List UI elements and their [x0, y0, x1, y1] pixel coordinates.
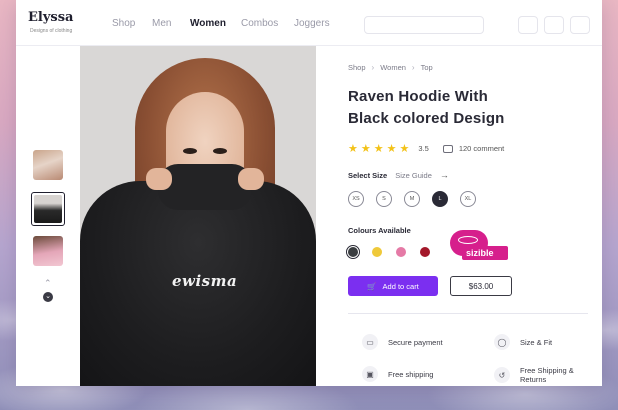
colour-swatch-yellow[interactable] — [372, 247, 382, 257]
sizible-badge[interactable]: sizible — [450, 230, 508, 268]
product-main-image: ewisma — [80, 46, 316, 386]
rating-value: 3.5 — [418, 144, 429, 153]
breadcrumb-separator-icon: › — [371, 63, 375, 72]
product-details: Shop › Women › Top Raven Hoodie With Bla… — [316, 46, 602, 386]
price-display: $63.00 — [450, 276, 512, 296]
search-input[interactable] — [364, 16, 484, 34]
feature-secure-payment: ▭ Secure payment — [362, 334, 443, 350]
size-option-xl[interactable]: XL — [460, 191, 476, 207]
hoodie-print-text: ewisma — [172, 272, 238, 290]
colours-available-label: Colours Available — [348, 226, 411, 235]
feature-free-returns: ↺ Free Shipping & Returns — [494, 366, 602, 384]
brand-tagline: Designs of clothing — [30, 28, 73, 34]
size-options: XS S M L XL — [348, 191, 488, 207]
thumbnail-gallery: ⌃ ⌄ — [16, 46, 80, 386]
thumbnail-3[interactable] — [33, 236, 63, 266]
star-icon: ★ — [373, 143, 384, 155]
colour-swatch-red[interactable] — [420, 247, 430, 257]
add-to-cart-button[interactable]: 🛒 Add to cart — [348, 276, 438, 296]
top-navigation: Elyssa Designs of clothing Shop Men Wome… — [16, 0, 602, 46]
colour-swatch-pink[interactable] — [396, 247, 406, 257]
size-option-l[interactable]: L — [432, 191, 448, 207]
brand-logo[interactable]: Elyssa — [28, 10, 73, 25]
feature-free-shipping: ▣ Free shipping — [362, 366, 433, 382]
thumbnail-1[interactable] — [33, 150, 63, 180]
size-header: Select Size Size Guide → — [348, 170, 449, 180]
user-icon[interactable] — [544, 16, 564, 34]
chevron-down-icon[interactable]: ⌄ — [43, 292, 53, 302]
star-icon: ★ — [399, 143, 410, 155]
breadcrumb-top[interactable]: Top — [421, 63, 433, 72]
size-guide-link[interactable]: Size Guide — [395, 171, 432, 180]
feature-size-fit: ◯ Size & Fit — [494, 334, 552, 350]
comment-icon — [442, 144, 453, 153]
divider — [348, 313, 588, 314]
star-icon: ★ — [386, 143, 397, 155]
product-page-window: Elyssa Designs of clothing Shop Men Wome… — [16, 0, 602, 386]
arrow-right-icon[interactable]: → — [440, 170, 449, 180]
add-to-cart-label: Add to cart — [382, 281, 419, 291]
breadcrumb-shop[interactable]: Shop — [348, 63, 366, 72]
product-title: Raven Hoodie With Black colored Design — [348, 88, 505, 127]
size-option-xs[interactable]: XS — [348, 191, 364, 207]
nav-link-women[interactable]: Women — [190, 18, 226, 29]
breadcrumb-separator-icon: › — [411, 63, 415, 72]
colour-swatch-charcoal[interactable] — [345, 244, 361, 260]
wishlist-icon[interactable] — [518, 16, 538, 34]
nav-link-joggers[interactable]: Joggers — [294, 18, 330, 29]
product-rating: ★ ★ ★ ★ ★ 3.5 120 comment — [348, 142, 504, 155]
shirt-icon: ◯ — [494, 334, 510, 350]
colour-swatches — [345, 244, 444, 260]
size-option-m[interactable]: M — [404, 191, 420, 207]
chevron-up-icon[interactable]: ⌃ — [44, 278, 52, 289]
sizible-label: sizible — [466, 248, 494, 258]
truck-icon: ▣ — [362, 366, 378, 382]
nav-link-shop[interactable]: Shop — [112, 18, 135, 29]
star-icon: ★ — [360, 143, 371, 155]
breadcrumb: Shop › Women › Top — [348, 63, 433, 72]
thumbnail-2[interactable] — [31, 192, 65, 226]
select-size-label: Select Size — [348, 170, 388, 180]
nav-link-men[interactable]: Men — [152, 18, 171, 29]
cart-icon: 🛒 — [367, 281, 377, 291]
card-icon: ▭ — [362, 334, 378, 350]
cart-icon[interactable] — [570, 16, 590, 34]
comment-count[interactable]: 120 comment — [459, 144, 504, 153]
return-icon: ↺ — [494, 367, 510, 383]
breadcrumb-women[interactable]: Women — [380, 63, 406, 72]
nav-link-combos[interactable]: Combos — [241, 18, 278, 29]
size-option-s[interactable]: S — [376, 191, 392, 207]
star-icon: ★ — [348, 143, 358, 155]
